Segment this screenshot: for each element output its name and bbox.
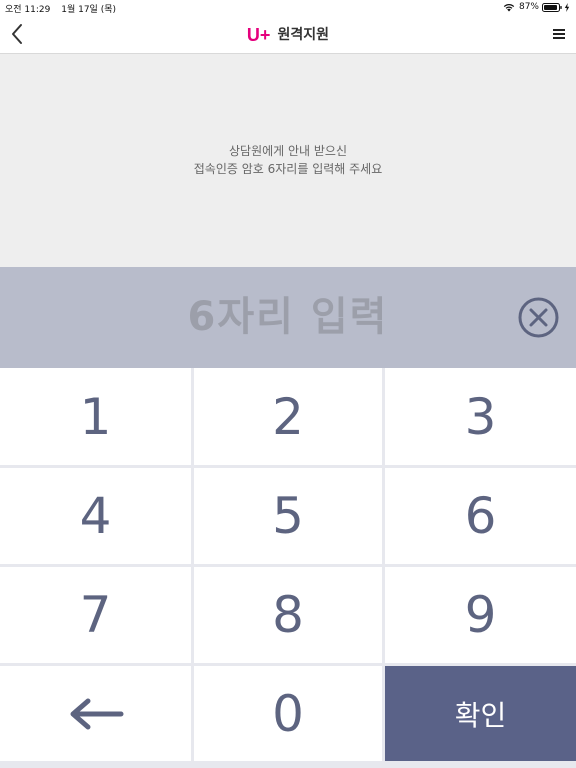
remote-support-page: 오전 11:29 1월 17일 (목) 87% U+ 원격지원 상담원에게 안내… xyxy=(0,0,576,768)
key-7-label: 7 xyxy=(79,586,112,644)
key-1[interactable]: 1 xyxy=(0,368,191,465)
confirm-label: 확인 xyxy=(454,698,507,732)
circle-x-icon[interactable] xyxy=(517,296,560,339)
key-5-label: 5 xyxy=(272,487,304,545)
key-3[interactable]: 3 xyxy=(385,368,576,465)
key-9-label: 9 xyxy=(464,586,497,644)
charging-bolt-icon xyxy=(564,2,570,12)
key-1-label: 1 xyxy=(79,387,112,446)
key-5[interactable]: 5 xyxy=(194,468,382,564)
arrow-left-icon xyxy=(70,698,123,729)
nav-title: U+ 원격지원 xyxy=(0,21,576,47)
status-left: 오전 11:29 1월 17일 (목) xyxy=(5,2,116,15)
instruction-line-1: 상담원에게 안내 받으신 xyxy=(228,144,348,158)
key-8-label: 8 xyxy=(272,586,304,644)
key-0[interactable]: 0 xyxy=(194,666,382,761)
confirm-button[interactable]: 확인 xyxy=(385,666,576,761)
status-time: 오전 11:29 xyxy=(5,5,51,15)
status-bar: 오전 11:29 1월 17일 (목) 87% xyxy=(0,0,576,16)
key-9[interactable]: 9 xyxy=(385,567,576,663)
instruction-text: 상담원에게 안내 받으신 접속인증 암호 6자리를 입력해 주세요 xyxy=(0,142,576,178)
brand-logo: U+ xyxy=(247,22,271,48)
code-entry-field[interactable]: 6자리 입력 xyxy=(0,267,576,368)
key-6-label: 6 xyxy=(464,487,497,545)
instruction-line-2: 접속인증 암호 6자리를 입력해 주세요 xyxy=(193,162,383,176)
status-date: 1월 17일 (목) xyxy=(61,5,116,15)
status-right: 87% xyxy=(503,2,570,12)
nav-bar: U+ 원격지원 xyxy=(0,16,576,54)
key-6[interactable]: 6 xyxy=(385,468,576,564)
key-4-label: 4 xyxy=(79,487,112,545)
key-2-label: 2 xyxy=(272,387,304,446)
key-7[interactable]: 7 xyxy=(0,567,191,663)
key-3-label: 3 xyxy=(464,387,497,446)
code-placeholder: 6자리 입력 xyxy=(187,294,389,340)
battery-percent: 87% xyxy=(518,2,539,12)
wifi-icon xyxy=(503,3,515,11)
key-8[interactable]: 8 xyxy=(194,567,382,663)
brand-logo-text: U+ xyxy=(246,24,271,45)
hamburger-menu-icon[interactable] xyxy=(552,27,566,41)
instruction-area: 상담원에게 안내 받으신 접속인증 암호 6자리를 입력해 주세요 xyxy=(0,54,576,267)
keypad: 1 2 3 4 5 6 7 8 9 0 확인 xyxy=(0,368,576,768)
key-0-label: 0 xyxy=(272,684,304,743)
battery-icon xyxy=(542,2,562,12)
key-4[interactable]: 4 xyxy=(0,468,191,564)
backspace-button[interactable] xyxy=(0,666,191,761)
key-2[interactable]: 2 xyxy=(194,368,382,465)
page-title: 원격지원 xyxy=(277,26,330,43)
